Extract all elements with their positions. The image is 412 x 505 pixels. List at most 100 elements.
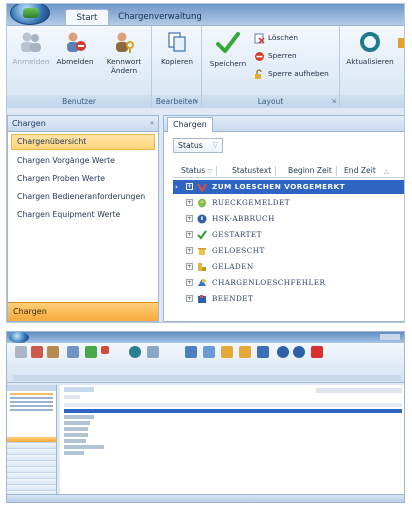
benutzer-group-label: Benutzer [62,97,96,106]
column-header-end-zeit[interactable]: End Zeit △ [344,164,389,179]
nav-item-proben-werte[interactable]: Chargen Proben Werte [8,170,158,188]
arrow-icon [185,346,197,358]
ribbon-group-benutzer: Anmelden Abmelden Kennwort Ändern Benutz… [7,26,152,108]
chart-icon[interactable] [398,38,404,48]
sort-icon[interactable]: △ [384,168,389,175]
finish-icon [198,295,206,303]
column-separator [335,166,337,176]
sperren-button[interactable]: Sperren [254,50,297,62]
column-header-beginn-zeit[interactable]: Beginn Zeit [288,164,337,178]
thumbnail-status-chip [64,395,80,399]
checkmark-icon [85,346,97,358]
group-row[interactable]: + GESTARTET [173,228,404,242]
group-row[interactable]: + HSK-ABBRUCH [173,212,404,226]
thumbnail-row [64,451,84,455]
thumbnail-filter-bar [316,388,402,393]
copy-icon [168,32,186,52]
group-by-status-chip[interactable]: Status ▽ [173,138,223,153]
row-label: HSK-ABBRUCH [212,214,275,223]
group-row[interactable]: + GELOESCHT [173,244,404,258]
group-launcher-icon[interactable]: ⇲ [193,95,198,108]
thumbnail-nav-item [10,401,53,403]
help-circle-icon [277,346,289,358]
delete-doc-icon [254,33,265,44]
loeschen-label: Löschen [268,33,298,42]
thumbnail-status-bar [7,494,404,502]
kopieren-label: Kopieren [161,57,193,66]
expand-icon[interactable]: + [186,279,193,286]
thumbnail-row [64,445,104,449]
abmelden-button[interactable]: Abmelden [53,30,97,66]
column-header-statustext[interactable]: Statustext [232,164,277,178]
full-window-thumbnail [6,331,405,503]
window-controls-icon [380,334,400,340]
copy-icon [67,346,79,358]
column-separator [275,166,277,176]
aktualisieren-button[interactable]: Aktualisieren [342,30,398,66]
ribbon-group-aktualisieren: Aktualisieren [340,26,404,108]
speichern-button[interactable]: Speichern [208,30,248,68]
application-menu-button[interactable] [10,4,50,25]
thumbnail-row [64,439,86,443]
group-launcher-icon[interactable]: ⇲ [331,95,336,108]
nav-item-equipment-werte[interactable]: Chargen Equipment Werte [8,206,158,224]
expand-icon[interactable]: + [186,183,193,190]
nav-item-bedieneranforderungen[interactable]: Chargen Bedieneranforderungen [8,188,158,206]
filter-icon[interactable]: ▽ [213,139,218,152]
group-row[interactable]: + RUECKGEMELDET [173,196,404,210]
tab-chargenverwaltung[interactable]: Chargenverwaltung [115,9,205,26]
sperre-aufheben-label: Sperre aufheben [268,69,329,78]
document-tab-chargen[interactable]: Chargen [167,117,213,132]
users-icon [21,32,41,52]
thumbnail-selected-row [64,409,402,413]
kopieren-button[interactable]: Kopieren [155,30,199,66]
expand-icon[interactable]: + [186,199,193,206]
filter-icon[interactable]: ▽ [208,168,213,175]
row-label: CHARGENLOESCHFEHLER [212,278,326,287]
expand-icon[interactable]: + [186,295,193,302]
loeschen-button[interactable]: Löschen [254,32,298,44]
group-row[interactable]: + GELADEN [173,260,404,274]
row-label: GESTARTET [212,230,262,239]
thumbnail-ribbon [7,343,404,383]
ribbon-group-bearbeiten: Kopieren Bearbeiten ⇲ [152,26,202,108]
thumbnail-row [64,421,90,425]
column-status-label: Status [181,166,206,175]
thumbnail-row [64,427,88,431]
expand-icon[interactable]: + [186,247,193,254]
thumbnail-row [64,415,94,419]
expand-icon[interactable]: + [186,231,193,238]
bearbeiten-group-label: Bearbeiten [155,97,198,106]
user-key-icon [47,346,59,358]
app-logo-icon [23,8,39,18]
refresh-icon [360,32,380,52]
sperre-aufheben-button[interactable]: Sperre aufheben [254,68,329,80]
expand-icon[interactable]: + [186,263,193,270]
column-header-status[interactable]: Status ▽ [181,164,218,179]
expand-icon[interactable]: + [186,215,193,222]
close-icon [311,346,323,358]
user-key-icon [116,32,134,53]
speichern-label: Speichern [209,59,247,68]
row-label: GELADEN [212,262,254,271]
ribbon: Anmelden Abmelden Kennwort Ändern Benutz… [7,25,404,108]
user-logout-icon [31,346,43,358]
row-label: BEENDET [212,294,254,303]
kennwort-aendern-button[interactable]: Kennwort Ändern [99,30,149,75]
tab-start[interactable]: Start [65,9,109,26]
no-entry-icon [255,51,264,61]
thumbnail-nav-spacer [7,413,56,435]
column-statustext-label: Statustext [232,166,272,175]
group-row[interactable]: + CHARGENLOESCHFEHLER [173,276,404,290]
group-row[interactable]: › + ZUM LOESCHEN VORGEMERKT [173,180,404,194]
nav-item-chargenuebersicht[interactable]: Chargenübersicht [11,134,155,150]
ribbon-group-title: Layout ⇲ [202,95,339,108]
nav-item-vorgaenge-werte[interactable]: Chargen Vorgänge Werte [8,152,158,170]
navigation-pane: Chargen « Chargenübersicht Chargen Vorgä… [7,115,159,322]
anmelden-button[interactable]: Anmelden [11,30,51,66]
thumbnail-grid [60,385,404,495]
ribbon-group-layout: Speichern Löschen Sperren Sperre aufhebe… [202,26,340,108]
collapse-icon[interactable]: « [150,116,154,131]
group-row[interactable]: + BEENDET [173,292,404,306]
nav-section-chargen[interactable]: Chargen [8,302,158,321]
